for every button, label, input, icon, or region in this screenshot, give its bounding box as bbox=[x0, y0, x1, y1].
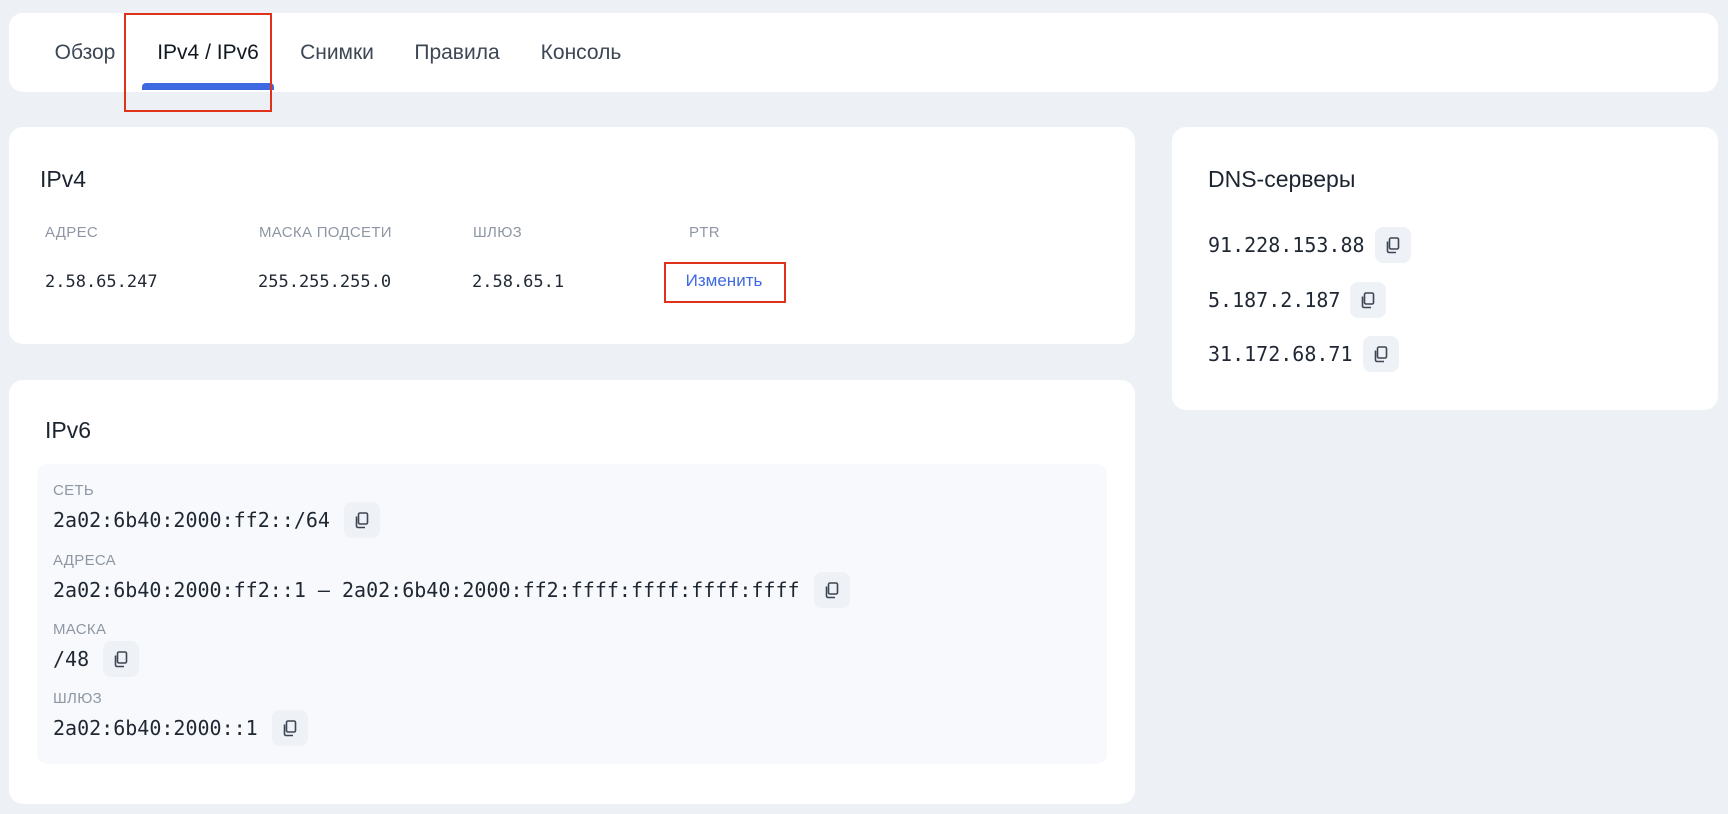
tab-console[interactable]: Консоль bbox=[521, 13, 641, 92]
copy-button[interactable] bbox=[813, 572, 850, 608]
ptr-edit-button[interactable]: Изменить bbox=[665, 262, 783, 300]
ipv6-gateway-row: 2a02:6b40:2000::1 bbox=[53, 710, 308, 746]
column-gateway: ШЛЮЗ bbox=[473, 224, 523, 241]
copy-icon bbox=[283, 720, 297, 737]
tab-snapshots[interactable]: Снимки bbox=[281, 13, 393, 92]
copy-icon bbox=[114, 651, 128, 668]
copy-icon bbox=[1362, 292, 1375, 309]
ipv6-mask: /48 bbox=[53, 647, 90, 671]
dns-server: 91.228.153.88 bbox=[1208, 233, 1365, 257]
tab-bar: Обзор IPv4 / IPv6 Снимки Правила Консоль bbox=[9, 13, 1718, 92]
copy-button[interactable] bbox=[1374, 227, 1411, 263]
ipv6-gateway: 2a02:6b40:2000::1 bbox=[53, 716, 258, 740]
ipv4-mask: 255.255.255.0 bbox=[258, 272, 392, 292]
ipv6-details-panel: СЕТЬ 2a02:6b40:2000:ff2::/64 АДРЕСА 2a02… bbox=[37, 464, 1107, 764]
column-address: АДРЕС bbox=[45, 224, 99, 241]
tab-overview[interactable]: Обзор bbox=[33, 13, 137, 92]
copy-button[interactable] bbox=[1362, 336, 1399, 372]
ipv4-gateway: 2.58.65.1 bbox=[472, 272, 565, 292]
tab-ipv4-ipv6[interactable]: IPv4 / IPv6 bbox=[142, 13, 274, 92]
ipv6-addresses-row: 2a02:6b40:2000:ff2::1 — 2a02:6b40:2000:f… bbox=[53, 572, 850, 608]
ipv6-network: 2a02:6b40:2000:ff2::/64 bbox=[53, 508, 330, 532]
ipv4-address: 2.58.65.247 bbox=[45, 272, 158, 292]
dns-server: 31.172.68.71 bbox=[1208, 342, 1353, 366]
ipv4-title: IPv4 bbox=[40, 166, 87, 192]
copy-icon bbox=[355, 512, 369, 529]
dns-row: 91.228.153.88 bbox=[1208, 227, 1411, 263]
ipv6-card: IPv6 СЕТЬ 2a02:6b40:2000:ff2::/64 АДРЕСА… bbox=[9, 380, 1135, 804]
ipv6-addresses-label: АДРЕСА bbox=[53, 552, 116, 569]
dns-row: 31.172.68.71 bbox=[1208, 336, 1399, 372]
copy-button[interactable] bbox=[103, 641, 140, 677]
copy-button[interactable] bbox=[271, 710, 308, 746]
copy-icon bbox=[1374, 346, 1387, 363]
column-subnet-mask: МАСКА ПОДСЕТИ bbox=[259, 224, 392, 241]
dns-title: DNS-серверы bbox=[1208, 166, 1356, 192]
ipv6-mask-label: МАСКА bbox=[53, 621, 107, 638]
ipv6-network-label: СЕТЬ bbox=[53, 482, 95, 499]
copy-icon bbox=[825, 582, 838, 599]
ipv6-network-row: 2a02:6b40:2000:ff2::/64 bbox=[53, 502, 380, 538]
column-ptr: PTR bbox=[689, 224, 720, 241]
ipv6-addresses: 2a02:6b40:2000:ff2::1 — 2a02:6b40:2000:f… bbox=[53, 578, 800, 602]
active-tab-indicator bbox=[142, 83, 274, 90]
ipv6-gateway-label: ШЛЮЗ bbox=[53, 690, 103, 707]
copy-icon bbox=[1386, 237, 1399, 254]
ipv6-title: IPv6 bbox=[45, 417, 92, 443]
ipv6-mask-row: /48 bbox=[53, 641, 140, 677]
ipv4-card: IPv4 АДРЕС МАСКА ПОДСЕТИ ШЛЮЗ PTR 2.58.6… bbox=[9, 127, 1135, 344]
dns-row: 5.187.2.187 bbox=[1208, 282, 1387, 318]
tab-rules[interactable]: Правила bbox=[401, 13, 513, 92]
dns-card: DNS-серверы 91.228.153.88 5.187.2.187 31… bbox=[1172, 127, 1718, 410]
copy-button[interactable] bbox=[343, 502, 380, 538]
copy-button[interactable] bbox=[1350, 282, 1387, 318]
dns-server: 5.187.2.187 bbox=[1208, 288, 1341, 312]
